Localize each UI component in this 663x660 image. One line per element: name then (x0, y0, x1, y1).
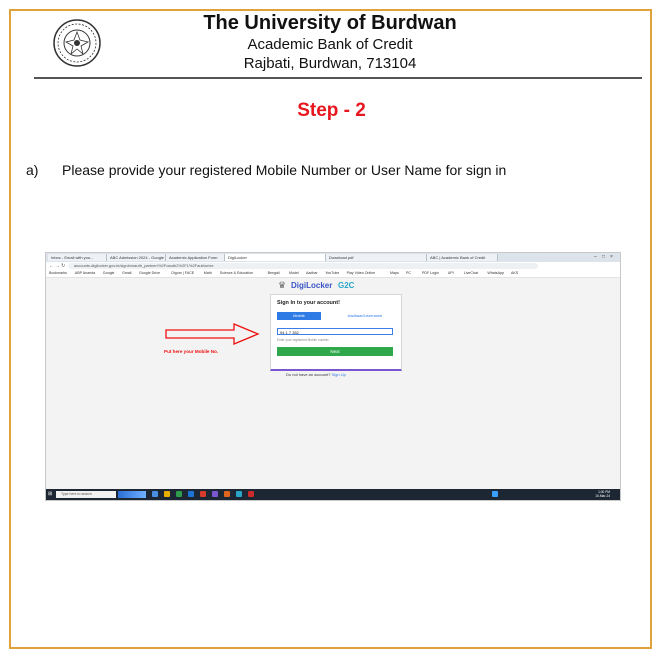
browser-tab[interactable]: Download pdf (326, 254, 427, 261)
arrow-icon (165, 323, 260, 345)
bookmark-item[interactable]: Aadhar (306, 271, 318, 275)
minimize-icon[interactable]: – (594, 254, 597, 260)
bookmarks-bar: Bookmarks ABP Ananda Google Gmail Google Dri… (46, 270, 620, 278)
bookmark-item[interactable]: Google (103, 271, 115, 275)
mobile-input[interactable]: 94 1 7 352 (277, 328, 393, 335)
folder-icon[interactable] (164, 491, 170, 497)
browser-tab[interactable]: ABC Admission 2024 - Google (107, 254, 166, 261)
bookmark-item[interactable]: UPI (448, 271, 454, 275)
taskbar-search[interactable]: Type here to search (56, 491, 116, 498)
institution-title: The University of Burdwan (203, 12, 457, 34)
close-icon[interactable]: × (610, 254, 613, 260)
header-divider (34, 77, 642, 79)
bookmark-item[interactable]: Digum | FACE (171, 271, 194, 275)
step-title: Step - 2 (297, 100, 366, 121)
signup-line: Do not have an account? Sign Up (286, 372, 346, 377)
bookmark-item[interactable]: ABP Ananda (75, 271, 95, 275)
maximize-icon[interactable]: □ (602, 254, 605, 260)
university-seal-icon (53, 19, 101, 67)
bookmark-item[interactable]: Math (204, 271, 212, 275)
signin-heading: Sign In to your account! (277, 300, 340, 306)
store-icon[interactable] (176, 491, 182, 497)
pdf-icon[interactable] (248, 491, 254, 497)
chrome-icon[interactable] (200, 491, 206, 497)
tab-mobile[interactable]: Mobile (277, 312, 321, 320)
signup-link[interactable]: Sign Up (332, 372, 346, 377)
next-button[interactable]: Next (277, 347, 393, 356)
bookmark-item[interactable]: Gmail (122, 271, 131, 275)
tray-icon[interactable] (492, 491, 498, 497)
bookmark-item[interactable]: LiveChat (464, 271, 478, 275)
digilocker-logo: ♛ DigiLocker G2C (278, 280, 355, 290)
taskview-icon[interactable] (152, 491, 158, 497)
browser-tab-bar: Inbox - Email with you... ABC Admission … (46, 253, 620, 262)
tab-aadhaar-username[interactable]: Aadhaar/Username (335, 312, 395, 320)
forward-icon[interactable]: → (55, 263, 60, 269)
bookmark-item[interactable]: Bookmarks (49, 271, 67, 275)
browser-tab[interactable]: ABC | Academic Bank of Credit (427, 254, 498, 261)
instruction-marker: a) (26, 162, 39, 178)
reload-icon[interactable]: ↻ (61, 263, 65, 269)
bookmark-item[interactable]: Google Drive (139, 271, 160, 275)
instruction-text: Please provide your registered Mobile Nu… (62, 162, 507, 178)
input-hint: Enter your registered Mobile number (277, 338, 329, 342)
firefox-icon[interactable] (224, 491, 230, 497)
bookmark-item[interactable]: WhatsApp (487, 271, 504, 275)
bookmark-item[interactable]: PDF Login (422, 271, 439, 275)
browser-tab[interactable]: Academic Application Form (166, 254, 225, 261)
mobile-annotation: Put here your Mobile No. (164, 349, 219, 354)
search-highlight (118, 491, 146, 498)
department-name: Academic Bank of Credit (247, 36, 413, 53)
windows-start-icon[interactable]: ⊞ (48, 491, 52, 497)
bookmark-item[interactable]: AKS (511, 271, 518, 275)
bookmark-item[interactable]: Bengali (268, 271, 280, 275)
mail-icon[interactable] (188, 491, 194, 497)
signin-card: Sign In to your account! Mobile Aadhaar/… (270, 294, 402, 371)
back-icon[interactable]: ← (49, 263, 54, 269)
emblem-icon: ♛ (278, 280, 287, 290)
edge-icon[interactable] (236, 491, 242, 497)
url-field[interactable]: accounts.digilocker.gov.in/signin/oauth_… (68, 263, 538, 269)
browser-screenshot: Inbox - Email with you... ABC Admission … (45, 252, 621, 501)
browser-tab[interactable]: Inbox - Email with you... (48, 254, 107, 261)
browser-tab-active[interactable]: DigiLocker (225, 254, 326, 261)
bookmark-item[interactable]: YouTube (325, 271, 339, 275)
bookmark-item[interactable]: Play Video Online (347, 271, 376, 275)
bookmark-item[interactable]: Science & Education (220, 271, 253, 275)
bookmark-item[interactable]: PC (406, 271, 411, 275)
taskbar: ⊞ Type here to search 1:00 PM 10-Mar-24 (46, 489, 620, 500)
bookmark-item[interactable]: Model (289, 271, 299, 275)
address-line: Rajbati, Burdwan, 713104 (243, 55, 417, 72)
bookmark-item[interactable]: Maps (390, 271, 399, 275)
taskbar-clock: 1:00 PM 10-Mar-24 (595, 490, 610, 498)
app-icon[interactable] (212, 491, 218, 497)
